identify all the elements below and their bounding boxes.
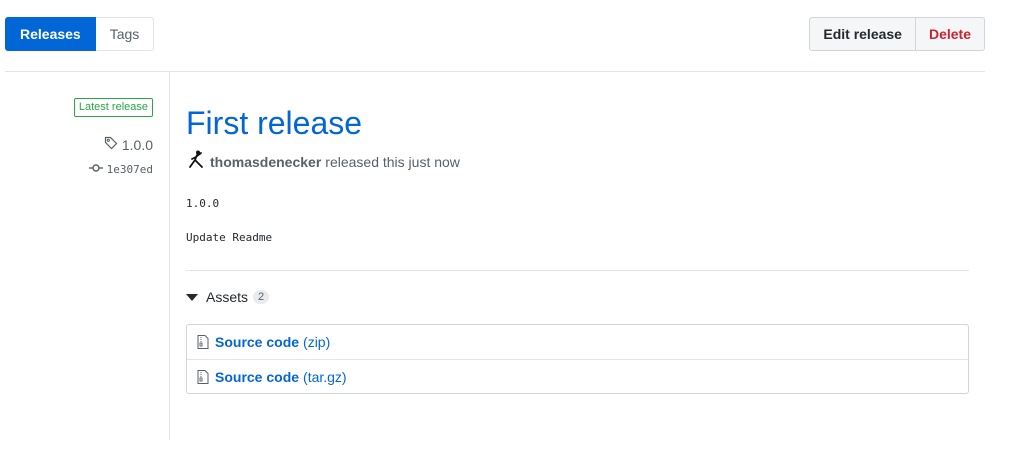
assets-toggle[interactable]: Assets 2 xyxy=(186,289,270,305)
edit-release-button[interactable]: Edit release xyxy=(809,17,916,51)
release-toolbar: Releases Tags Edit release Delete xyxy=(5,17,985,51)
caret-down-icon xyxy=(186,293,198,301)
tab-tags[interactable]: Tags xyxy=(95,17,155,51)
commit-icon xyxy=(88,163,107,176)
file-zip-icon xyxy=(197,369,209,384)
latest-release-badge: Latest release xyxy=(73,98,153,117)
divider xyxy=(5,71,985,72)
asset-name: Source code xyxy=(215,368,300,385)
divider xyxy=(186,270,969,271)
release-commit[interactable]: 1e307ed xyxy=(88,163,153,176)
avatar[interactable] xyxy=(186,150,206,173)
assets-label: Assets xyxy=(206,289,249,305)
asset-name: Source code xyxy=(215,334,300,350)
assets-list: Source code (zip) Source code (tar.gz) xyxy=(186,324,969,394)
asset-source-targz[interactable]: Source code (tar.gz) xyxy=(187,359,968,393)
tag-label: 1.0.0 xyxy=(121,136,153,153)
delete-release-button[interactable]: Delete xyxy=(915,17,985,51)
release-byline: thomasdenecker released this just now xyxy=(186,150,460,173)
commit-sha: 1e307ed xyxy=(106,163,153,176)
release-notes-line: Update Readme xyxy=(186,231,273,244)
tab-releases[interactable]: Releases xyxy=(5,17,96,51)
asset-source-zip[interactable]: Source code (zip) xyxy=(187,325,968,359)
tag-icon xyxy=(104,136,122,153)
subnav-tabs: Releases Tags xyxy=(5,17,155,51)
asset-ext: (zip) xyxy=(303,334,331,350)
assets-count-badge: 2 xyxy=(253,290,270,304)
author-link[interactable]: thomasdenecker xyxy=(210,154,321,170)
release-notes-line: 1.0.0 xyxy=(186,197,220,210)
release-meta: released this just now xyxy=(325,153,460,170)
timeline-line xyxy=(169,72,170,440)
file-zip-icon xyxy=(197,335,209,349)
release-title[interactable]: First release xyxy=(186,103,362,143)
release-actions: Edit release Delete xyxy=(809,17,985,51)
asset-ext: (tar.gz) xyxy=(303,368,347,385)
release-tag[interactable]: 1.0.0 xyxy=(104,136,153,153)
